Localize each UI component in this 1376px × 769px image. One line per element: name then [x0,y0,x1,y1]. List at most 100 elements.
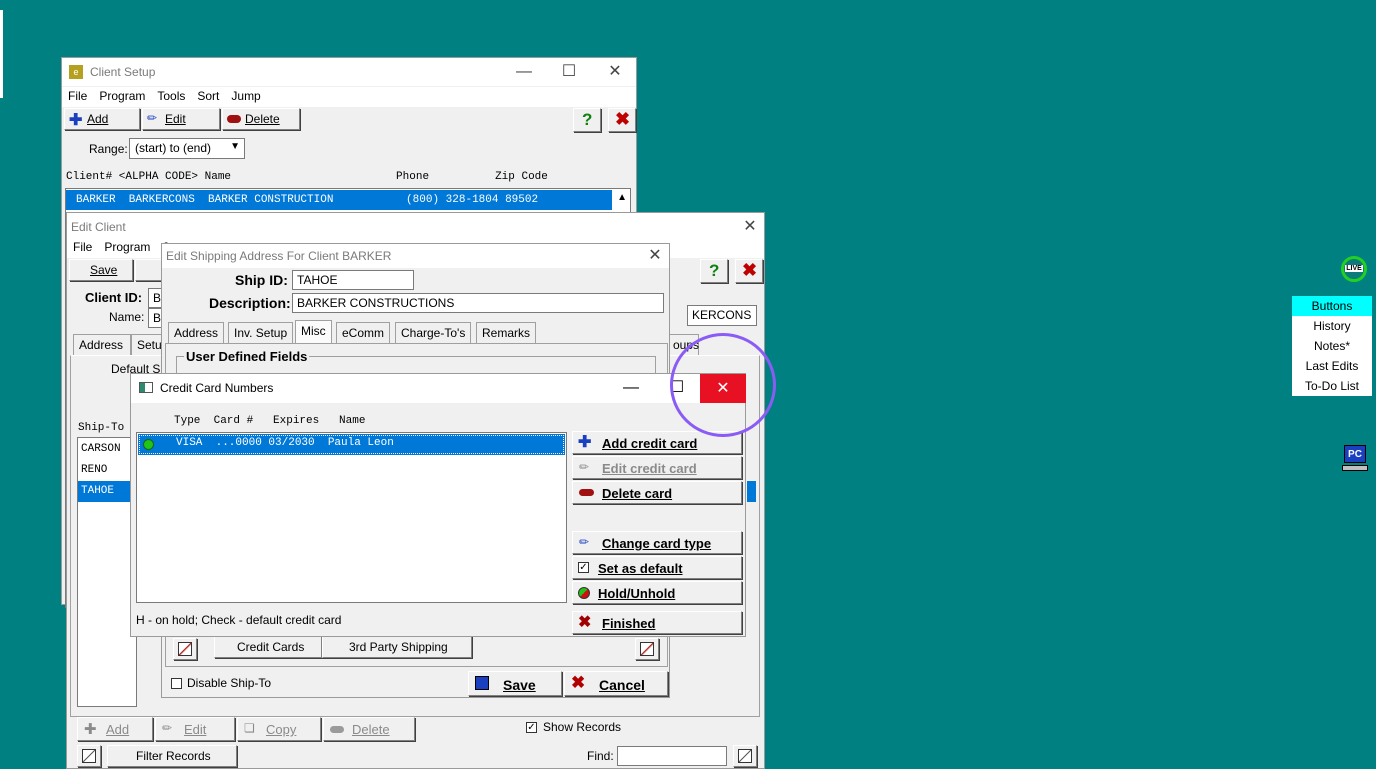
client-setup-menubar: File Program Tools Sort Jump [62,87,636,107]
help-button[interactable]: ? [700,259,728,283]
pencil-icon: ✏ [147,111,158,125]
window-title: Edit Client [71,220,126,234]
show-records-checkbox[interactable]: ✓ [526,722,537,733]
client-setup-titlebar[interactable]: e Client Setup — ☐ ✕ [62,58,636,86]
copy-shipto-button[interactable]: ❏ Copy [237,717,321,741]
find-icon-button[interactable] [733,745,757,767]
eraser-icon [579,489,594,496]
delete-card-button[interactable]: Delete card [572,481,742,504]
app-icon: e [69,65,83,79]
tab-ecomm[interactable]: eComm [336,322,391,344]
last-edits-menu-item[interactable]: Last Edits [1292,356,1372,376]
exit-button[interactable]: ✖ [735,259,763,283]
credit-cards-button[interactable]: Credit Cards [214,634,322,658]
active-status-icon [143,439,154,450]
pencil-icon: ✏ [162,721,173,735]
arrow-right-icon [640,642,654,656]
table-row[interactable]: VISA ...0000 03/2030 Paula Leon [138,434,565,455]
name-label: Name: [109,310,145,324]
help-button[interactable]: ? [573,108,601,132]
left-icon-button[interactable] [173,638,197,660]
buttons-menu-item[interactable]: Buttons [1292,296,1372,316]
exit-button[interactable]: ✖ [608,108,636,132]
menu-file[interactable]: File [62,87,93,105]
delete-shipto-button[interactable]: Delete [323,717,415,741]
minimize-icon[interactable]: — [504,58,544,86]
edit-client-titlebar[interactable]: Edit Client ✕ [67,213,764,241]
ship-id-field[interactable]: TAHOE [292,270,414,290]
maximize-icon[interactable]: ☐ [549,58,589,86]
menu-tools[interactable]: Tools [151,87,191,105]
minimize-icon[interactable]: — [611,374,651,402]
copy-icon: ❏ [244,721,255,735]
tab-misc[interactable]: Misc [295,320,332,344]
edit-credit-card-button[interactable]: ✏ Edit credit card [572,456,742,479]
plus-icon: ✚ [84,721,97,738]
set-as-default-button[interactable]: ✓ Set as default [572,556,742,579]
menu-jump[interactable]: Jump [225,87,266,105]
add-shipto-button[interactable]: ✚ Add [77,717,153,741]
filter-icon [82,749,96,763]
window-title: Edit Shipping Address For Client BARKER [166,249,392,263]
filter-records-button[interactable]: Filter Records [107,745,237,767]
range-select[interactable]: (start) to (end) ▼ [129,138,245,159]
credit-card-titlebar[interactable]: Credit Card Numbers — ☐ ✕ [131,374,746,403]
red-x-icon: ✖ [615,109,631,129]
tab-inv-setup[interactable]: Inv. Setup [228,322,294,344]
hold-unhold-button[interactable]: Hold/Unhold [572,581,742,604]
description-field[interactable]: BARKER CONSTRUCTIONS [292,293,664,313]
tab-charge-tos[interactable]: Charge-To's [395,322,472,344]
tab-setup[interactable]: Setup [131,334,168,356]
alpha-code-field[interactable]: KERCONS [687,305,757,326]
eraser-icon [330,726,344,733]
list-item[interactable]: RENO [81,464,107,476]
close-icon[interactable]: ✕ [635,244,675,268]
change-card-type-button[interactable]: ✏ Change card type [572,531,742,554]
filter-icon-button[interactable] [77,745,101,767]
notes-menu-item[interactable]: Notes* [1292,336,1372,356]
cancel-button[interactable]: ✖ Cancel [564,671,668,696]
help-icon: ? [709,261,720,280]
todo-list-menu-item[interactable]: To-Do List [1292,376,1372,396]
window-title: Credit Card Numbers [160,381,274,395]
chevron-down-icon: ▼ [230,141,240,152]
save-button[interactable]: Save [468,671,562,696]
edit-button[interactable]: ✏ Edit [142,108,220,130]
udf-label: User Defined Fields [184,349,310,364]
close-icon[interactable]: ✕ [730,213,770,241]
disable-shipto-checkbox[interactable] [171,678,182,689]
history-menu-item[interactable]: History [1292,316,1372,336]
menu-sort[interactable]: Sort [191,87,225,105]
arrow-left-icon [178,642,192,656]
edit-shipping-titlebar[interactable]: Edit Shipping Address For Client BARKER … [162,244,669,268]
pc-icon[interactable]: PC [1342,445,1368,473]
tab-remarks[interactable]: Remarks [476,322,537,344]
menu-program[interactable]: Program [93,87,151,105]
tab-address[interactable]: Address [168,322,225,344]
add-button[interactable]: ✚ Add [64,108,140,130]
edit-shipto-button[interactable]: ✏ Edit [155,717,235,741]
list-item-selected[interactable]: TAHOE [78,481,136,502]
range-label: Range: [89,142,128,156]
plus-icon: ✚ [69,112,83,129]
menu-file[interactable]: File [67,238,98,256]
live-icon[interactable]: LIVE [1341,256,1367,282]
scroll-up-icon[interactable]: ▲ [617,192,627,203]
finished-button[interactable]: ✖ Finished [572,611,742,634]
pencil-icon: ✏ [579,460,590,474]
description-label: Description: [209,295,291,311]
find-input[interactable] [617,746,727,766]
menu-program[interactable]: Program [98,238,156,256]
table-row[interactable]: BARKER BARKERCONS BARKER CONSTRUCTION (8… [66,190,612,210]
save-button[interactable]: Save [69,259,133,281]
close-icon[interactable]: ✕ [595,58,635,86]
right-icon-button[interactable] [635,638,659,660]
eraser-icon [227,115,241,123]
tab-address[interactable]: Address [73,334,131,356]
red-x-icon: ✖ [742,260,758,280]
third-party-shipping-button[interactable]: 3rd Party Shipping [322,634,472,658]
card-list-header: Type Card # Expires Name [174,415,366,427]
delete-button[interactable]: Delete [222,108,300,130]
red-x-icon: ✖ [571,673,586,692]
list-item[interactable]: CARSON [81,443,121,455]
